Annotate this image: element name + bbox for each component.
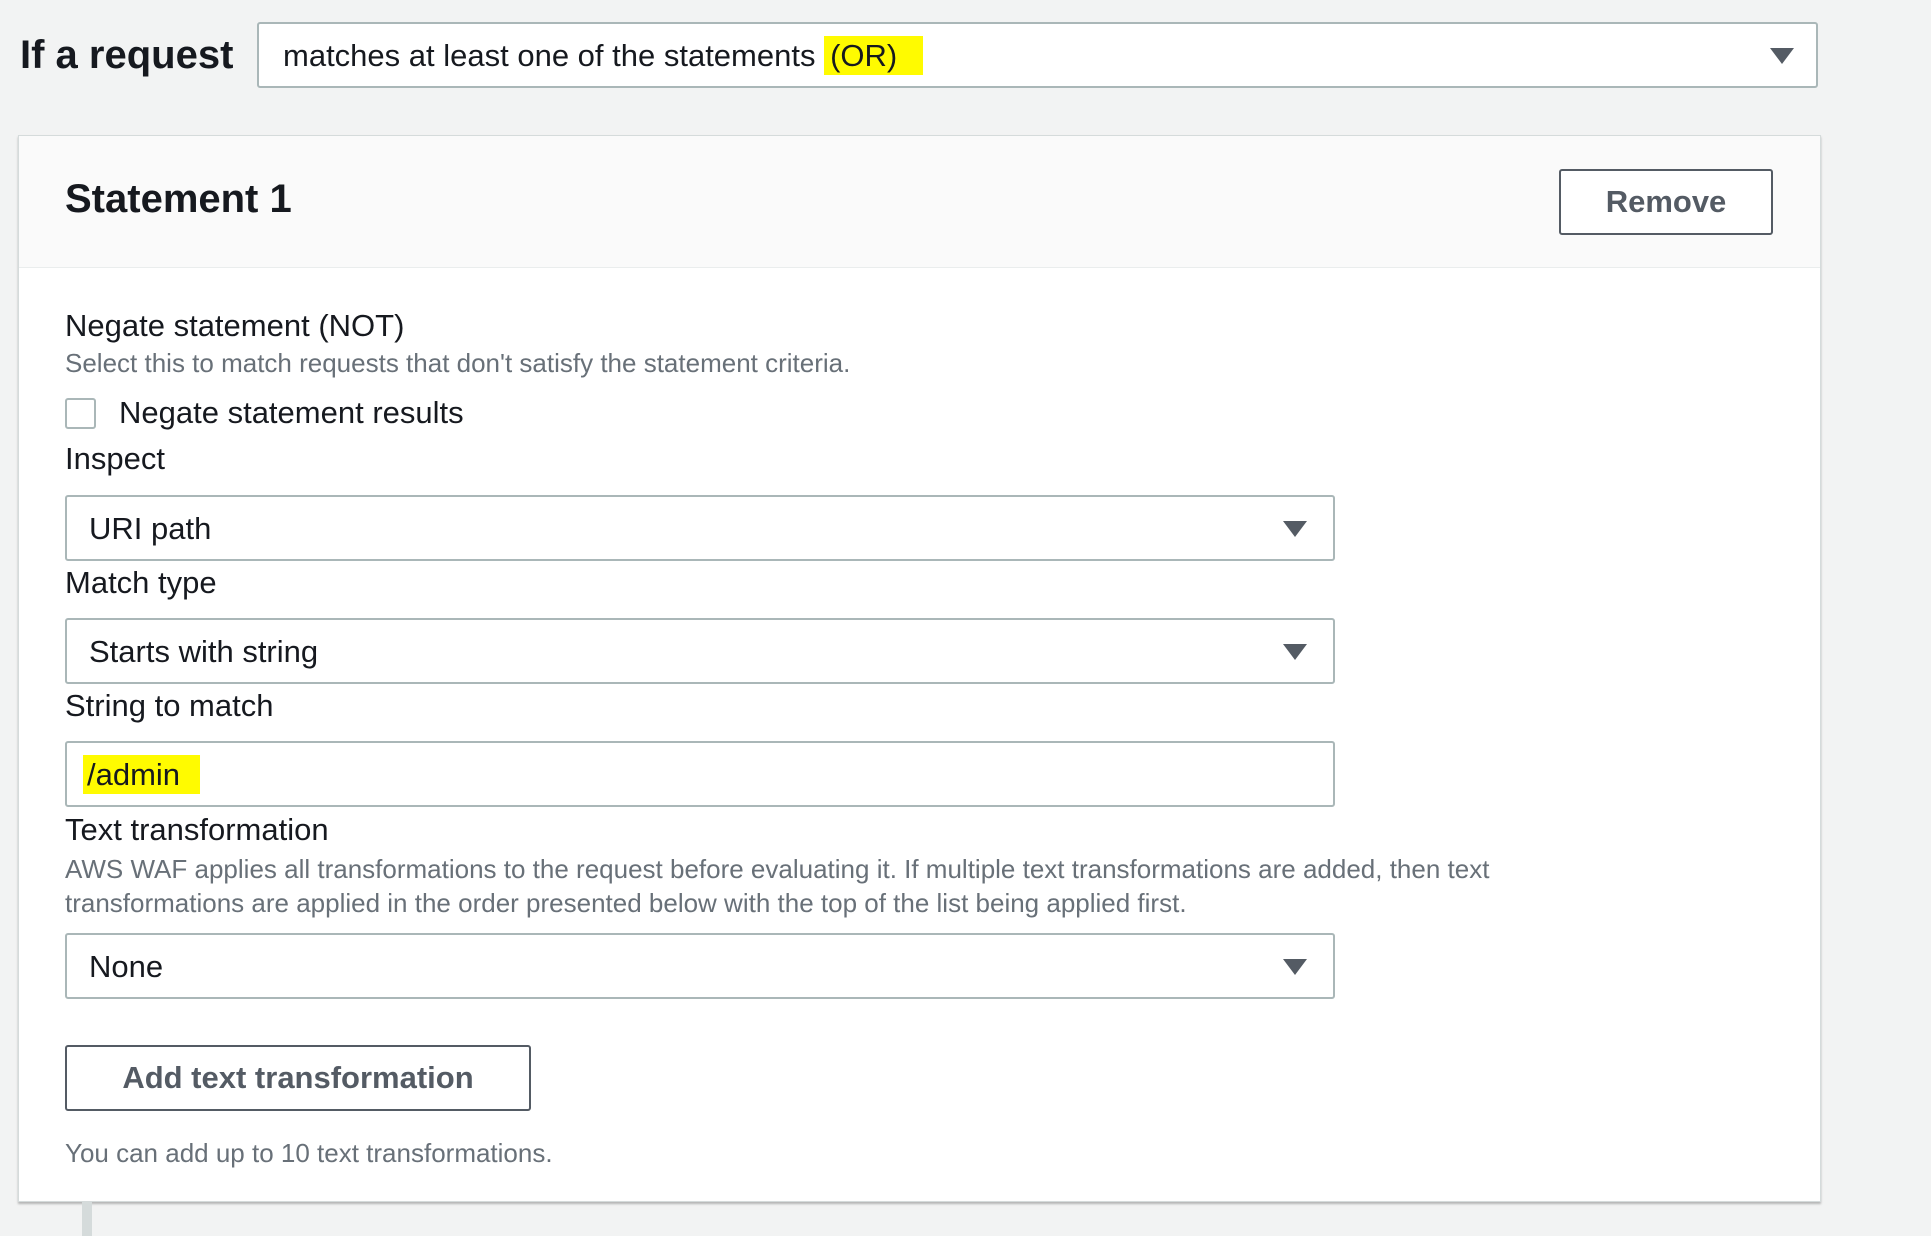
text-transformation-value: None xyxy=(89,949,164,984)
text-transformation-label: Text transformation xyxy=(65,812,329,847)
negate-statement-label: Negate statement (NOT) xyxy=(65,308,405,343)
string-to-match-value: /admin xyxy=(83,753,201,797)
match-type-value: Starts with string xyxy=(89,634,319,669)
add-text-transformation-button[interactable]: Add text transformation xyxy=(65,1045,531,1111)
statement-connector-line xyxy=(82,1202,92,1236)
inspect-select[interactable]: URI path xyxy=(65,495,1335,561)
request-condition-select[interactable]: matches at least one of the statements (… xyxy=(257,22,1818,88)
remove-button[interactable]: Remove xyxy=(1559,169,1773,235)
text-transformation-description-1: AWS WAF applies all transformations to t… xyxy=(65,854,1490,884)
statement-card-header: Statement 1 Remove xyxy=(19,136,1820,268)
request-condition-value: matches at least one of the statements (… xyxy=(283,33,924,79)
request-condition-label: If a request xyxy=(20,33,234,77)
text-transformation-description-2: transformations are applied in the order… xyxy=(65,888,1187,918)
match-type-select[interactable]: Starts with string xyxy=(65,618,1335,684)
checkbox-unchecked-icon[interactable] xyxy=(65,398,96,429)
match-type-label: Match type xyxy=(65,565,217,600)
caret-down-icon xyxy=(1283,521,1307,537)
negate-checkbox-label[interactable]: Negate statement results xyxy=(119,393,464,433)
statement-card: Statement 1 Remove Negate statement (NOT… xyxy=(18,135,1821,1202)
caret-down-icon xyxy=(1770,48,1794,64)
caret-down-icon xyxy=(1283,644,1307,660)
string-to-match-label: String to match xyxy=(65,688,274,723)
statement-title: Statement 1 xyxy=(65,177,292,221)
inspect-label: Inspect xyxy=(65,441,165,476)
request-condition-row: If a request matches at least one of the… xyxy=(0,22,1931,88)
text-transformation-hint: You can add up to 10 text transformation… xyxy=(65,1138,553,1168)
string-to-match-highlight: /admin xyxy=(83,755,201,794)
text-transformation-select[interactable]: None xyxy=(65,933,1335,999)
string-to-match-input[interactable]: /admin xyxy=(65,741,1335,807)
negate-statement-description: Select this to match requests that don't… xyxy=(65,348,851,378)
inspect-value: URI path xyxy=(89,511,212,546)
request-condition-value-highlight: (OR) xyxy=(824,36,924,75)
caret-down-icon xyxy=(1283,959,1307,975)
request-condition-value-prefix: matches at least one of the statements xyxy=(283,38,825,73)
